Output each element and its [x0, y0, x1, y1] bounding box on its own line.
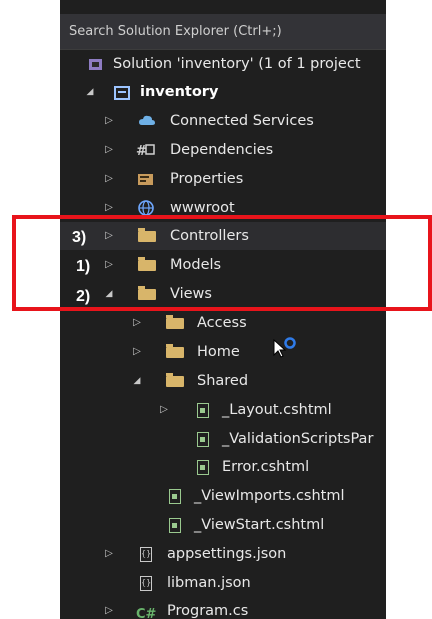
cloud-icon	[138, 113, 156, 129]
chevron-down-icon[interactable]: ◢	[83, 78, 97, 106]
chevron-down-icon[interactable]: ◢	[130, 367, 144, 395]
tree-row-shared[interactable]: ◢ Shared	[60, 367, 386, 395]
tree-label: wwwroot	[170, 200, 235, 216]
step-2-label: 2)	[76, 288, 91, 305]
tree-label: Properties	[170, 171, 244, 187]
razor-file-icon	[169, 489, 181, 504]
tree-row-libman[interactable]: {} libman.json	[60, 569, 386, 597]
tree-label: Shared	[197, 373, 249, 389]
chevron-right-icon[interactable]: ▷	[102, 136, 116, 164]
tree-label: Home	[197, 344, 240, 360]
tree-label: Views	[170, 286, 212, 302]
folder-icon	[166, 315, 184, 329]
tree-label: Program.cs	[167, 603, 249, 619]
tree-row-viewstart[interactable]: _ViewStart.cshtml	[60, 511, 386, 539]
json-file-icon: {}	[140, 547, 152, 562]
tree-label: _ValidationScriptsPar	[222, 431, 374, 447]
chevron-right-icon[interactable]: ▷	[102, 251, 116, 279]
tree-row-access[interactable]: ▷ Access	[60, 309, 386, 337]
tree-row-models[interactable]: ▷ Models	[60, 251, 386, 279]
dependencies-icon: #	[136, 142, 155, 159]
razor-file-icon	[197, 403, 209, 418]
chevron-right-icon[interactable]: ▷	[102, 540, 116, 568]
solution-label: Solution 'inventory' (1 of 1 project	[113, 56, 361, 72]
tree-label: _Layout.cshtml	[222, 402, 332, 418]
folder-icon	[138, 228, 156, 242]
tree-label: _ViewStart.cshtml	[194, 517, 325, 533]
tree-row-connected-services[interactable]: ▷ Connected Services	[60, 107, 386, 135]
folder-icon	[138, 286, 156, 300]
globe-icon	[138, 200, 156, 216]
tree-row-layout[interactable]: ▷ _Layout.cshtml	[60, 396, 386, 424]
folder-icon	[138, 257, 156, 271]
tree-row-project[interactable]: ◢ inventory	[60, 78, 386, 106]
tree-row-validation-scripts[interactable]: _ValidationScriptsPar	[60, 425, 386, 453]
tree-row-appsettings[interactable]: ▷ {} appsettings.json	[60, 540, 386, 568]
tree-row-error[interactable]: Error.cshtml	[60, 453, 386, 481]
tree-label: _ViewImports.cshtml	[194, 488, 345, 504]
razor-file-icon	[197, 460, 209, 475]
chevron-right-icon[interactable]: ▷	[102, 597, 116, 619]
chevron-right-icon[interactable]: ▷	[130, 309, 144, 337]
mouse-cursor-icon	[272, 336, 298, 362]
tree-label: Access	[197, 315, 247, 331]
solution-icon	[88, 57, 106, 73]
tree-label: Controllers	[170, 228, 249, 244]
svg-text:C#: C#	[136, 607, 157, 619]
tree-label: Models	[170, 257, 222, 273]
step-1-label: 1)	[76, 258, 91, 275]
razor-file-icon	[169, 518, 181, 533]
chevron-right-icon[interactable]: ▷	[102, 107, 116, 135]
folder-icon	[166, 344, 184, 358]
razor-file-icon	[197, 432, 209, 447]
tree-label: Error.cshtml	[222, 459, 310, 475]
tree-label: Connected Services	[170, 113, 314, 129]
chevron-right-icon[interactable]: ▷	[102, 194, 116, 222]
csharp-icon: C#	[136, 605, 160, 619]
tree-row-viewimports[interactable]: _ViewImports.cshtml	[60, 482, 386, 510]
chevron-down-icon[interactable]: ◢	[102, 280, 116, 308]
chevron-right-icon[interactable]: ▷	[102, 222, 116, 250]
wrench-icon	[137, 171, 155, 187]
tree-row-views[interactable]: ◢ Views	[60, 280, 386, 308]
search-input[interactable]: Search Solution Explorer (Ctrl+;)	[60, 14, 386, 50]
tree-label: appsettings.json	[167, 546, 287, 562]
chevron-right-icon[interactable]: ▷	[157, 396, 171, 424]
tree-row-properties[interactable]: ▷ Properties	[60, 165, 386, 193]
project-icon	[113, 85, 131, 101]
solution-explorer: Search Solution Explorer (Ctrl+;) Soluti…	[60, 0, 386, 619]
chevron-right-icon[interactable]: ▷	[130, 338, 144, 366]
tree-row-solution[interactable]: Solution 'inventory' (1 of 1 project	[60, 50, 386, 78]
step-3-label: 3)	[72, 229, 87, 246]
json-file-icon: {}	[140, 576, 152, 591]
project-label: inventory	[140, 84, 219, 100]
chevron-right-icon[interactable]: ▷	[102, 165, 116, 193]
tree-row-home[interactable]: ▷ Home	[60, 338, 386, 366]
folder-icon	[166, 373, 184, 387]
tree-row-program[interactable]: ▷ C# Program.cs	[60, 597, 386, 619]
tree-label: libman.json	[167, 575, 251, 591]
tree-row-wwwroot[interactable]: ▷ wwwroot	[60, 194, 386, 222]
tree-label: Dependencies	[170, 142, 274, 158]
tree-row-controllers[interactable]: ▷ Controllers	[60, 222, 386, 250]
tree-row-dependencies[interactable]: ▷ # Dependencies	[60, 136, 386, 164]
